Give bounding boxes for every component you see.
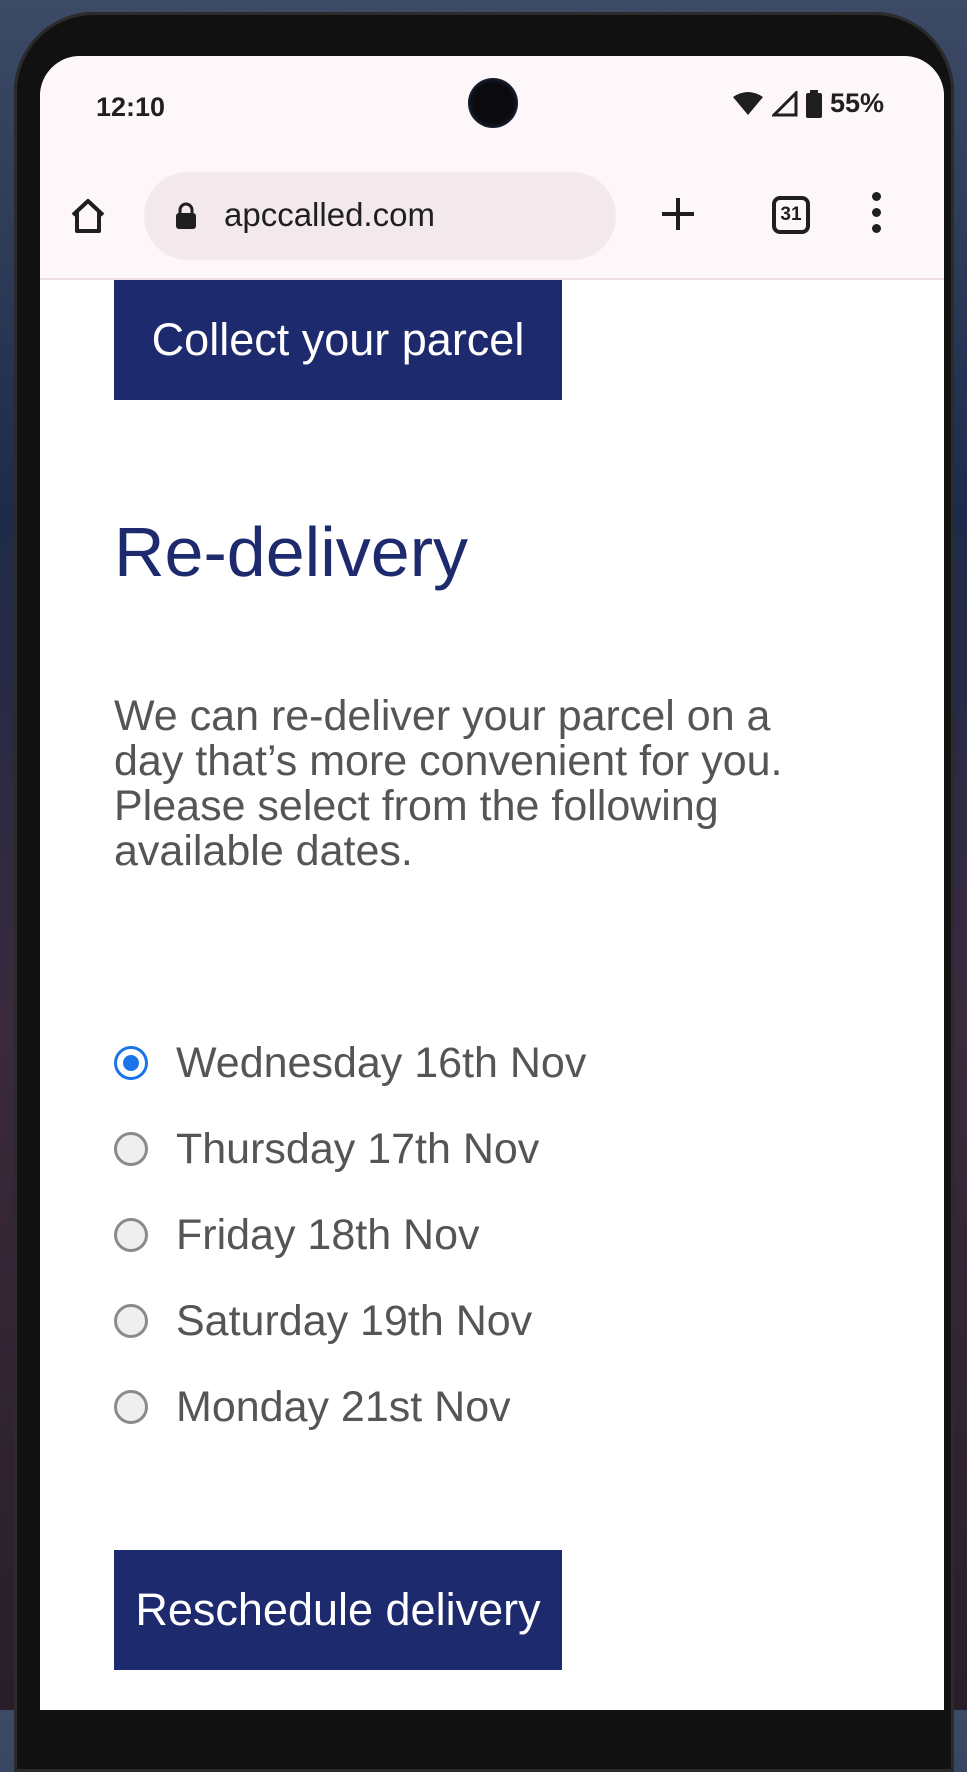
cell-signal-icon: [771, 90, 798, 116]
date-label: Monday 21st Nov: [176, 1382, 511, 1431]
home-icon[interactable]: [68, 196, 108, 236]
screen: 12:10 55% apccalled.com 31 Collect your …: [40, 56, 944, 1710]
new-tab-icon[interactable]: [660, 196, 696, 232]
date-option-friday[interactable]: Friday 18th Nov: [114, 1192, 586, 1278]
date-label: Saturday 19th Nov: [176, 1296, 533, 1345]
radio-button[interactable]: [114, 1390, 148, 1424]
radio-button[interactable]: [114, 1132, 148, 1166]
page-title: Re-delivery: [114, 513, 468, 591]
tab-switcher-button[interactable]: 31: [772, 196, 810, 234]
date-label: Friday 18th Nov: [176, 1210, 480, 1259]
reschedule-delivery-button[interactable]: Reschedule delivery: [114, 1550, 562, 1670]
url-text: apccalled.com: [224, 196, 435, 233]
radio-button[interactable]: [114, 1218, 148, 1252]
overflow-menu-icon[interactable]: [870, 192, 882, 240]
radio-button[interactable]: [114, 1304, 148, 1338]
date-option-wednesday[interactable]: Wednesday 16th Nov: [114, 1020, 586, 1106]
intro-text: We can re-deliver your parcel on a day t…: [114, 692, 783, 875]
radio-button[interactable]: [114, 1046, 148, 1080]
collect-parcel-button[interactable]: Collect your parcel: [114, 280, 562, 400]
browser-toolbar: apccalled.com 31: [40, 156, 944, 280]
battery-icon: [805, 89, 822, 118]
lock-icon: [176, 202, 196, 229]
status-icons: 55%: [732, 88, 884, 119]
date-option-saturday[interactable]: Saturday 19th Nov: [114, 1278, 586, 1364]
status-bar: 12:10 55%: [40, 56, 944, 156]
date-label: Thursday 17th Nov: [176, 1124, 540, 1173]
date-label: Wednesday 16th Nov: [176, 1038, 587, 1087]
wifi-icon: [732, 91, 763, 115]
front-camera: [468, 78, 518, 128]
battery-percent: 55%: [829, 88, 884, 118]
date-option-thursday[interactable]: Thursday 17th Nov: [114, 1106, 586, 1192]
status-time: 12:10: [96, 92, 166, 122]
date-options: Wednesday 16th Nov Thursday 17th Nov Fri…: [114, 1020, 586, 1450]
date-option-monday[interactable]: Monday 21st Nov: [114, 1364, 586, 1450]
address-bar[interactable]: apccalled.com: [144, 172, 616, 260]
